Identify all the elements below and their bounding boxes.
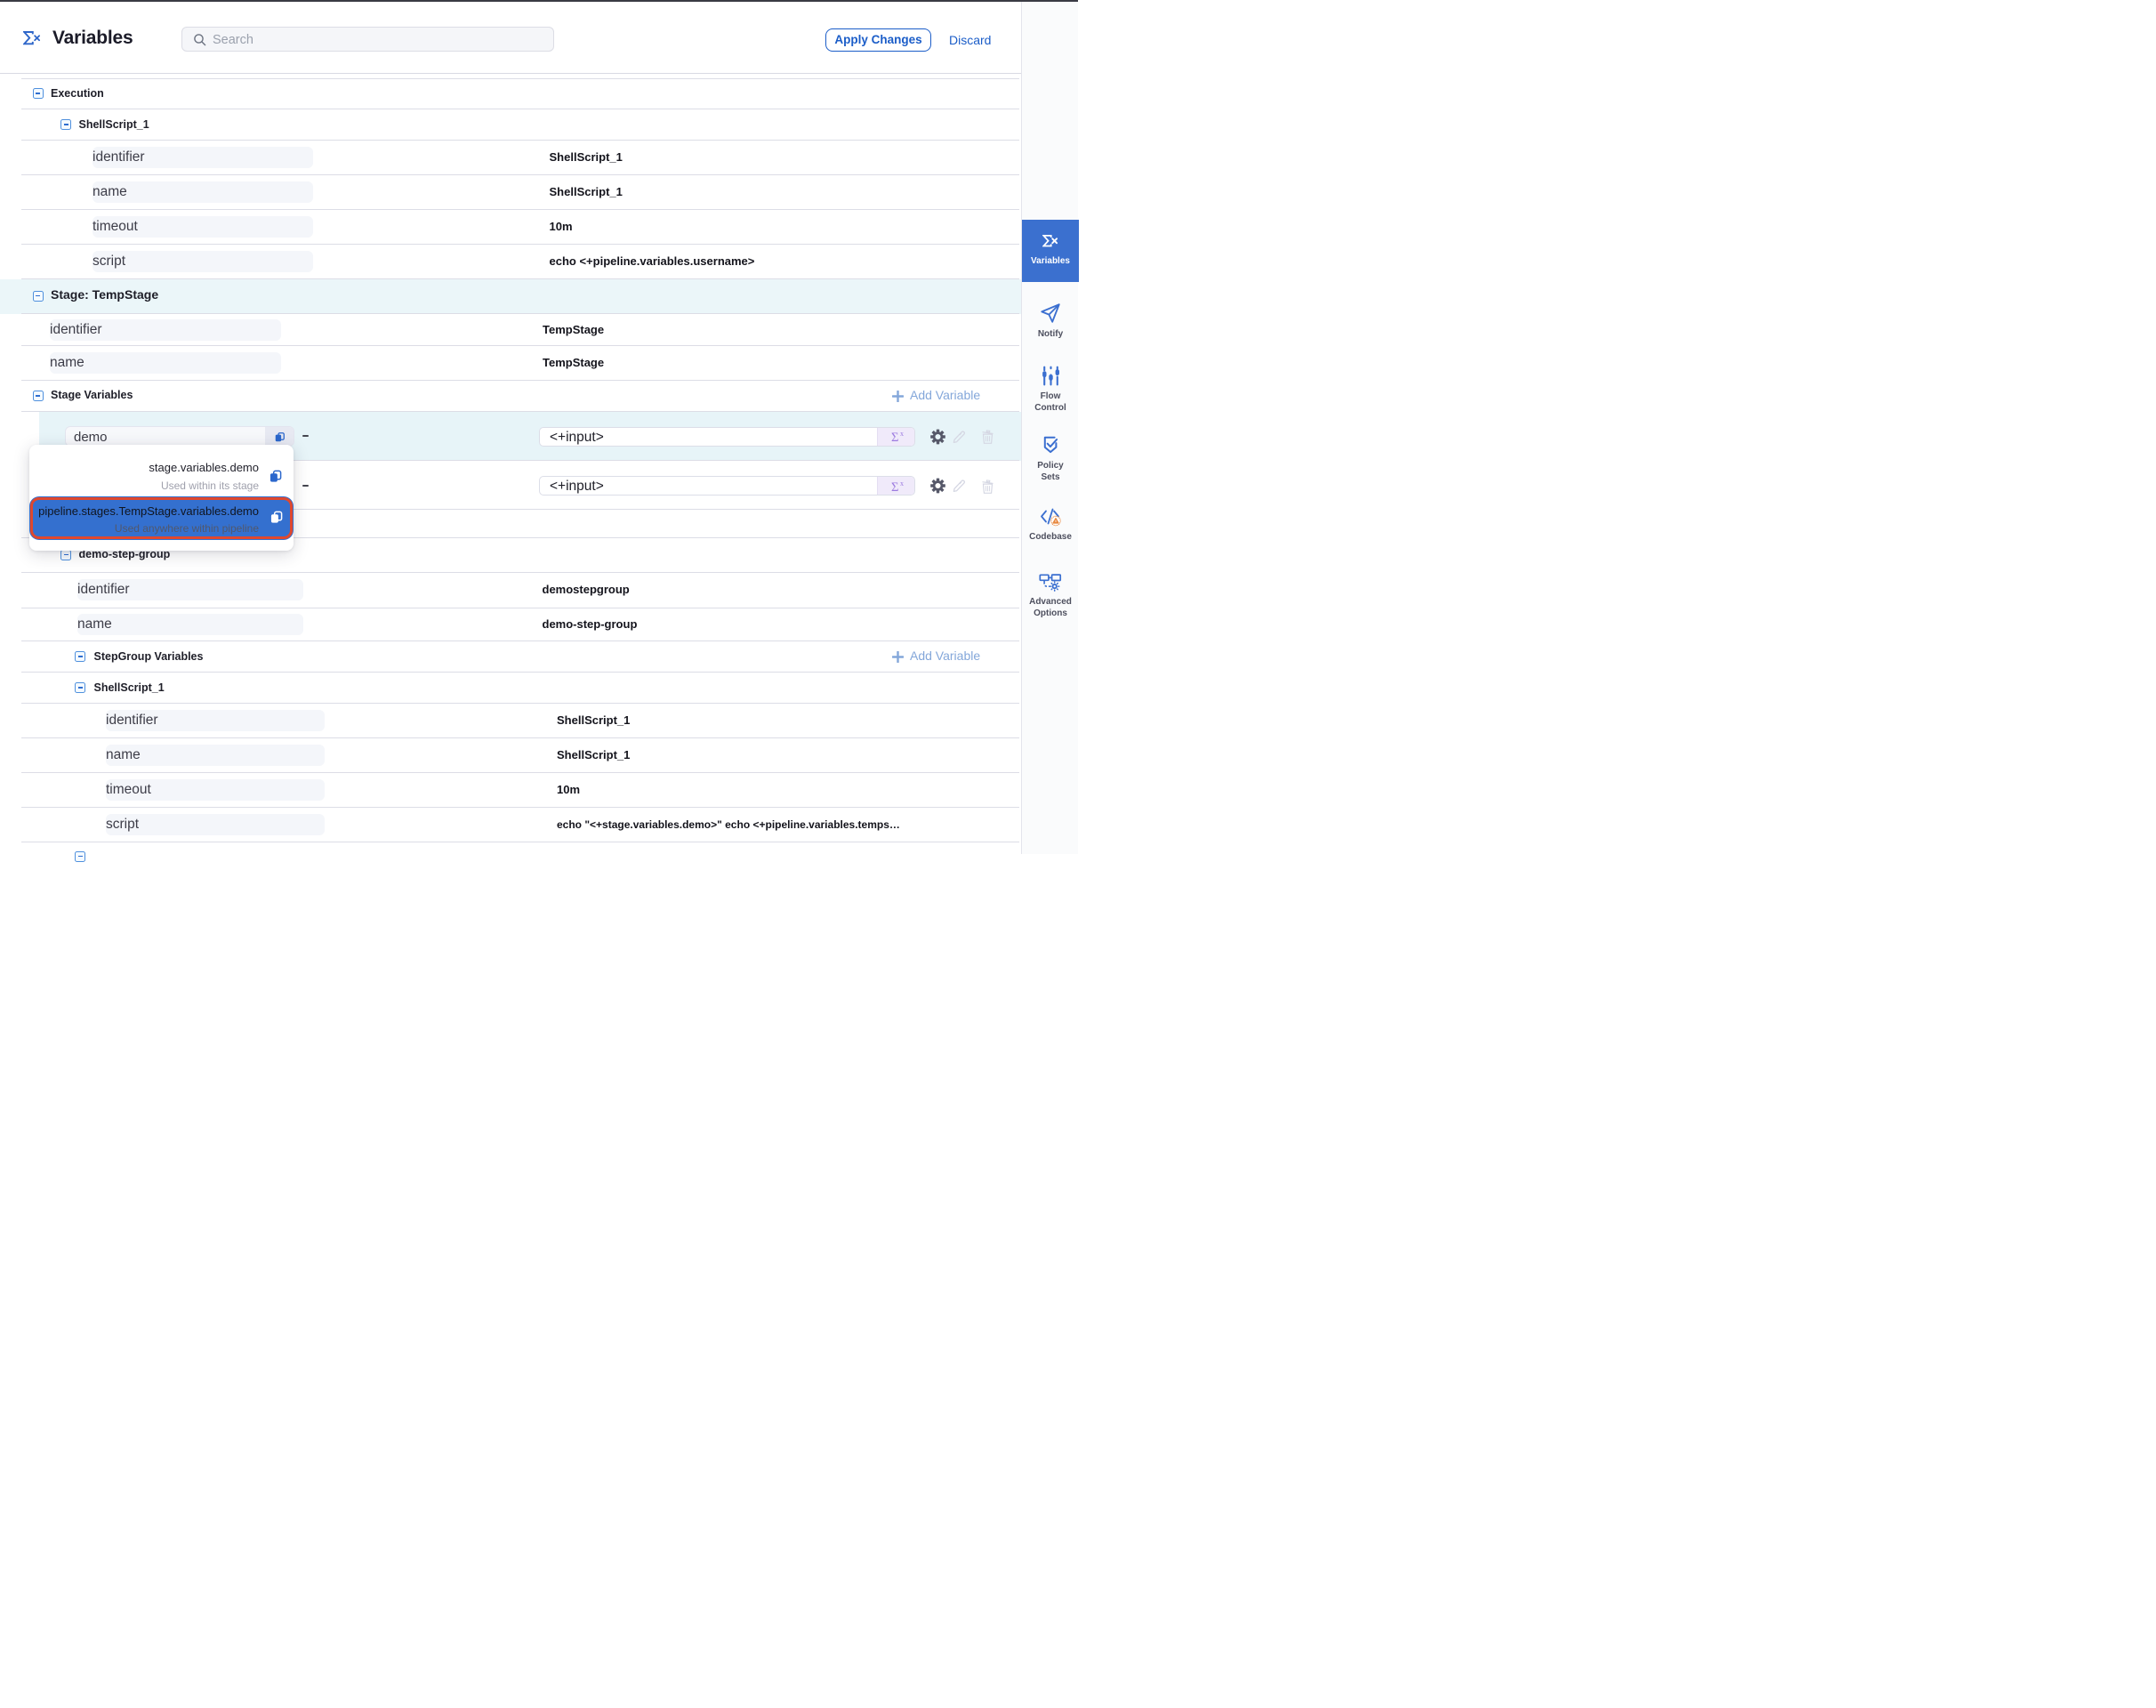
svg-text:Σ: Σ [891, 431, 898, 443]
svg-text:Σ: Σ [891, 480, 898, 493]
svg-text:x: x [900, 430, 904, 438]
svg-text:x: x [900, 479, 904, 487]
